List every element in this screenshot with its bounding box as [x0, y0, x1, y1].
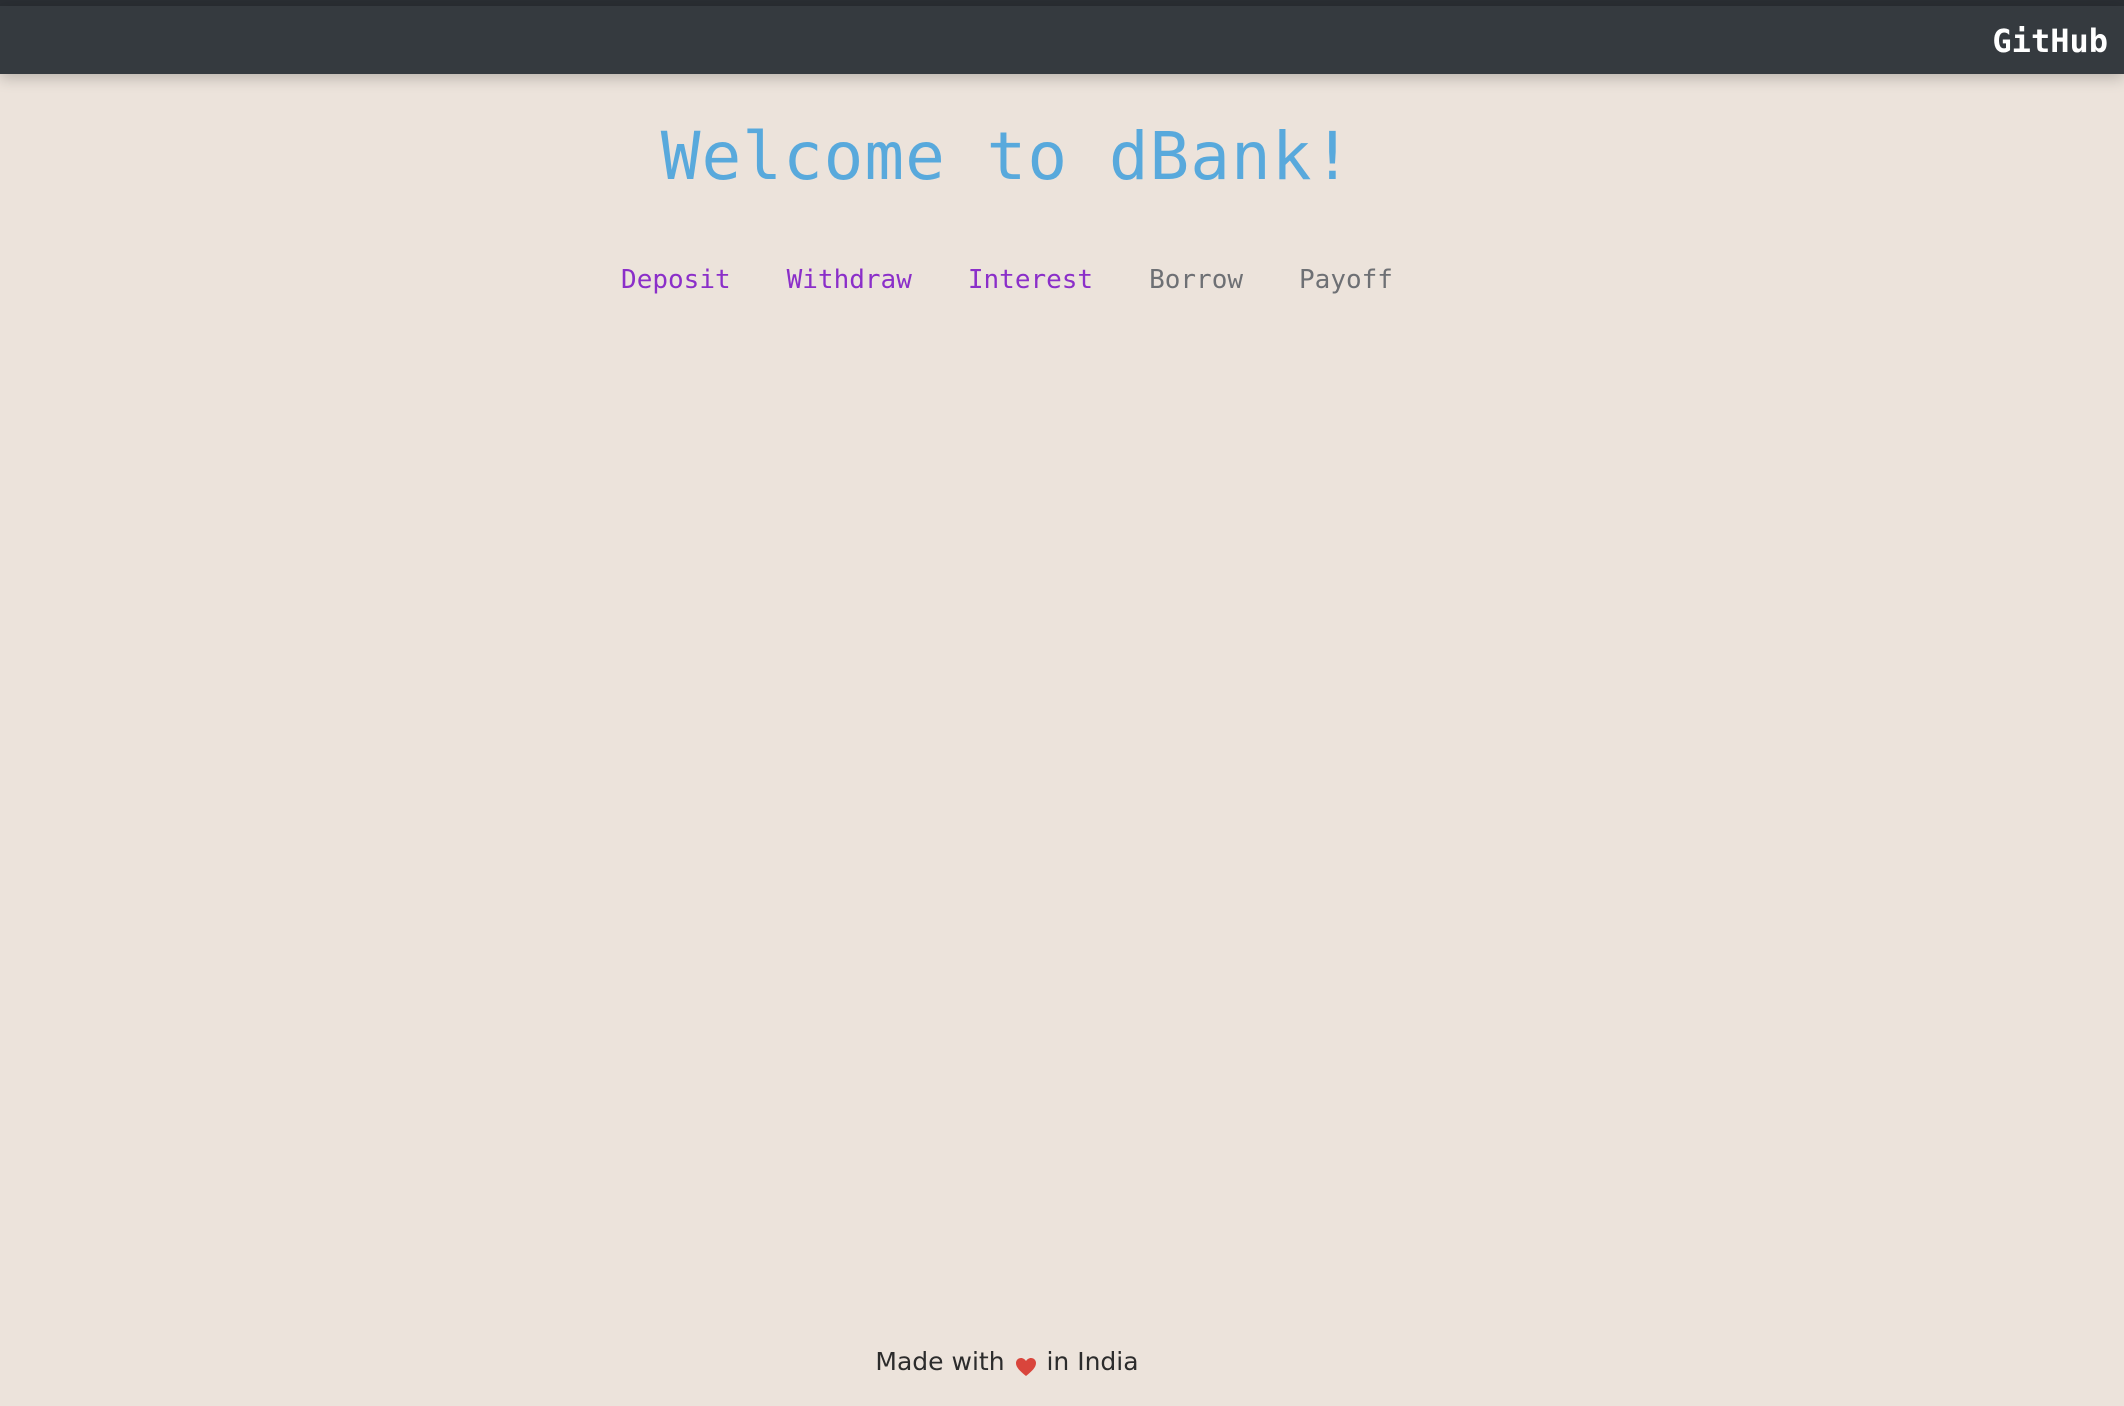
- tab-payoff[interactable]: Payoff: [1299, 262, 1393, 298]
- tab-borrow[interactable]: Borrow: [1149, 262, 1243, 298]
- footer: Made with in India: [0, 1344, 2014, 1380]
- navbar: GitHub: [0, 6, 2124, 74]
- tab-withdraw[interactable]: Withdraw: [787, 262, 912, 298]
- tab-bar: Deposit Withdraw Interest Borrow Payoff: [0, 262, 2014, 298]
- footer-text-after: in India: [1046, 1347, 1139, 1376]
- heart-icon: [1015, 1351, 1037, 1376]
- github-link[interactable]: GitHub: [1992, 19, 2108, 63]
- page-title: Welcome to dBank!: [660, 118, 1354, 195]
- footer-text-before: Made with: [875, 1347, 1005, 1376]
- tab-deposit[interactable]: Deposit: [621, 262, 731, 298]
- tab-interest[interactable]: Interest: [968, 262, 1093, 298]
